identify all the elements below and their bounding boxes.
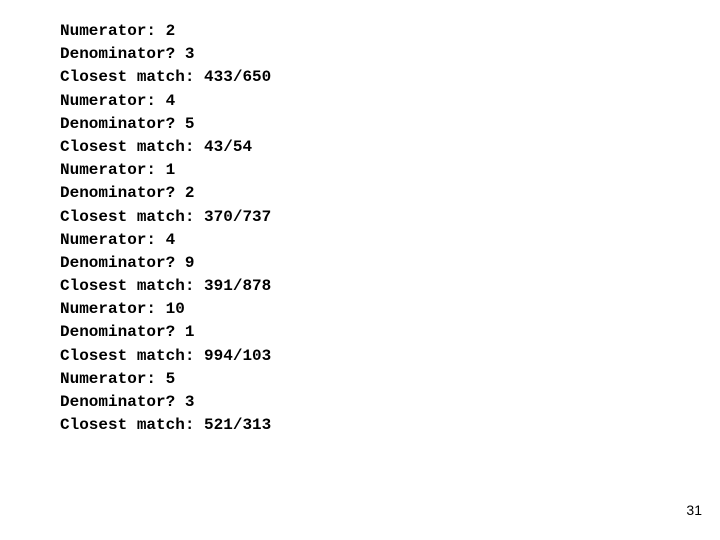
numerator-label: Numerator:	[60, 22, 166, 40]
numerator-label: Numerator:	[60, 92, 166, 110]
match-label: Closest match:	[60, 277, 204, 295]
match-value: 370/737	[204, 208, 271, 226]
output-line: Denominator? 3	[60, 43, 720, 66]
output-line: Numerator: 4	[60, 90, 720, 113]
match-value: 521/313	[204, 416, 271, 434]
denominator-value: 3	[185, 45, 195, 63]
match-label: Closest match:	[60, 208, 204, 226]
output-line: Closest match: 43/54	[60, 136, 720, 159]
numerator-label: Numerator:	[60, 370, 166, 388]
output-line: Denominator? 5	[60, 113, 720, 136]
output-line: Numerator: 10	[60, 298, 720, 321]
output-line: Numerator: 2	[60, 20, 720, 43]
denominator-label: Denominator?	[60, 254, 185, 272]
output-line: Closest match: 994/103	[60, 345, 720, 368]
numerator-value: 4	[166, 92, 176, 110]
numerator-value: 5	[166, 370, 176, 388]
output-line: Numerator: 4	[60, 229, 720, 252]
numerator-value: 4	[166, 231, 176, 249]
page-number: 31	[686, 500, 702, 520]
numerator-label: Numerator:	[60, 161, 166, 179]
match-label: Closest match:	[60, 68, 204, 86]
numerator-value: 2	[166, 22, 176, 40]
output-line: Closest match: 433/650	[60, 66, 720, 89]
output-line: Closest match: 521/313	[60, 414, 720, 437]
numerator-label: Numerator:	[60, 231, 166, 249]
program-output: Numerator: 2 Denominator? 3 Closest matc…	[0, 0, 720, 437]
denominator-value: 3	[185, 393, 195, 411]
match-label: Closest match:	[60, 347, 204, 365]
numerator-value: 10	[166, 300, 185, 318]
denominator-label: Denominator?	[60, 184, 185, 202]
denominator-label: Denominator?	[60, 323, 185, 341]
denominator-value: 5	[185, 115, 195, 133]
match-value: 43/54	[204, 138, 252, 156]
match-value: 391/878	[204, 277, 271, 295]
output-line: Denominator? 1	[60, 321, 720, 344]
match-value: 994/103	[204, 347, 271, 365]
output-line: Denominator? 3	[60, 391, 720, 414]
output-line: Numerator: 5	[60, 368, 720, 391]
denominator-value: 1	[185, 323, 195, 341]
output-line: Numerator: 1	[60, 159, 720, 182]
match-label: Closest match:	[60, 416, 204, 434]
denominator-value: 2	[185, 184, 195, 202]
denominator-label: Denominator?	[60, 115, 185, 133]
numerator-value: 1	[166, 161, 176, 179]
output-line: Denominator? 9	[60, 252, 720, 275]
denominator-label: Denominator?	[60, 393, 185, 411]
output-line: Closest match: 370/737	[60, 206, 720, 229]
match-label: Closest match:	[60, 138, 204, 156]
output-line: Denominator? 2	[60, 182, 720, 205]
denominator-value: 9	[185, 254, 195, 272]
output-line: Closest match: 391/878	[60, 275, 720, 298]
numerator-label: Numerator:	[60, 300, 166, 318]
denominator-label: Denominator?	[60, 45, 185, 63]
match-value: 433/650	[204, 68, 271, 86]
